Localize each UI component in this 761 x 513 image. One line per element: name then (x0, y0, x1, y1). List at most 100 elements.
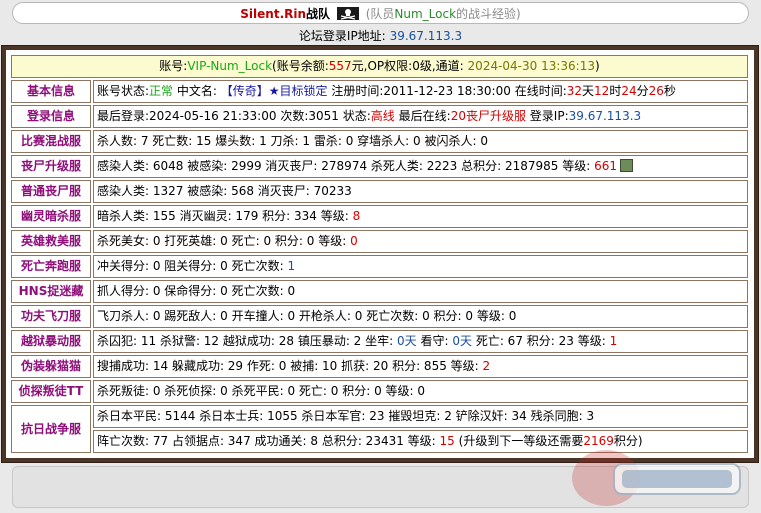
channel-datetime: 2024-04-30 13:36:13 (467, 59, 595, 73)
war-stats-line1: 杀日本平民: 5144 杀日本士兵: 1055 杀日本军官: 23 摧毁坦克: … (93, 405, 748, 428)
stats-frame: 账号:VIP-Num_Lock(账号余额:557元,OP权限:0级,通道: 20… (1, 45, 759, 463)
status-label: 账号状态: (97, 84, 150, 98)
jail-text: 杀囚犯: 11 杀狱警: 12 越狱成功: 28 镇压暴动: 2 坐牢: (97, 334, 394, 348)
forum-login-ip: 论坛登录IP地址: 39.67.113.3 (0, 27, 761, 45)
table-row: 比赛混战服 杀人数: 7 死亡数: 15 爆头数: 1 刀杀: 1 雷杀: 0 … (11, 130, 748, 153)
scout-stats: 杀死叛徒: 0 杀死侦探: 0 杀死平民: 0 死亡: 0 积分: 0 等级: … (93, 380, 748, 403)
state-value: 高线 (370, 109, 395, 123)
hero-text: 杀死美女: 0 打死英雄: 0 死亡: 0 积分: 0 等级: (97, 234, 347, 248)
war-level: 15 (439, 434, 455, 448)
zombie-stats: 感染人类: 1327 被感染: 568 消灭丧尸: 70233 (93, 180, 748, 203)
account-name: VIP-Num_Lock (187, 59, 273, 73)
table-row: 越狱暴动服 杀囚犯: 11 杀狱警: 12 越狱成功: 28 镇压暴动: 2 坐… (11, 330, 748, 353)
account-cell: 账号:VIP-Num_Lock(账号余额:557元,OP权限:0级,通道: 20… (11, 55, 748, 78)
player-info-table: 账号:VIP-Num_Lock(账号余额:557元,OP权限:0级,通道: 20… (9, 53, 750, 455)
online-mins: 24 (621, 84, 637, 98)
run-stats: 冲关得分: 0 阻关得分: 0 死亡次数: 1 (93, 255, 748, 278)
table-row: 侦探叛徒TT 杀死叛徒: 0 杀死侦探: 0 杀死平民: 0 死亡: 0 积分:… (11, 380, 748, 403)
table-row: 抗日战争服 杀日本平民: 5144 杀日本士兵: 1055 杀日本军官: 23 … (11, 405, 748, 453)
pirate-flag-icon (336, 7, 359, 20)
row-label-disguise: 伪装躲猫猫 (11, 355, 91, 378)
member-name[interactable]: Num_Lock (394, 7, 456, 21)
online-time-label: 在线时间: (514, 84, 567, 98)
page-header: Silent.Rin战队 (队员Num_Lock的战斗经验) (12, 2, 749, 24)
zombie-upgrade-level: 661 (594, 159, 618, 173)
table-row: 登录信息 最后登录:2024-05-16 21:33:00 次数:3051 状态… (11, 105, 748, 128)
account-end: ) (595, 59, 600, 73)
war-next-level-label: (升级到下一等级还需要 (458, 434, 584, 448)
row-label-war: 抗日战争服 (11, 405, 91, 453)
reg-time-value: 2011-12-23 18:30:00 (383, 84, 511, 98)
table-row: 基本信息 账号状态:正常 中文名: 【传奇】★目标锁定 注册时间:2011-12… (11, 80, 748, 103)
online-secs: 26 (648, 84, 664, 98)
account-row: 账号:VIP-Num_Lock(账号余额:557元,OP权限:0级,通道: 20… (11, 55, 748, 78)
member-caption: (队员Num_Lock的战斗经验) (366, 7, 521, 21)
op-level: 0级,通道: (412, 59, 464, 73)
online-days: 32 (566, 84, 583, 98)
account-label: 账号: (159, 59, 188, 73)
table-row: 伪装躲猫猫 搜捕成功: 14 躲藏成功: 29 作死: 0 被捕: 10 抓获:… (11, 355, 748, 378)
balance-label: (账号余额: (272, 59, 329, 73)
team-suffix: 战队 (306, 7, 331, 21)
table-row: HNS捉迷藏 抓人得分: 0 保命得分: 0 死亡次数: 0 (11, 280, 748, 303)
kungfu-stats: 飞刀杀人: 0 踢死敌人: 0 开车撞人: 0 开枪杀人: 0 死亡次数: 0 … (93, 305, 748, 328)
table-row: 功夫飞刀服 飞刀杀人: 0 踢死敌人: 0 开车撞人: 0 开枪杀人: 0 死亡… (11, 305, 748, 328)
online-hours: 12 (594, 84, 610, 98)
login-count: 3051 (308, 109, 339, 123)
site-watermark-logo (572, 450, 741, 506)
site-name[interactable]: Silent.Rin (240, 7, 306, 21)
table-row: 英雄救美服 杀死美女: 0 打死英雄: 0 死亡: 0 积分: 0 等级: 0 (11, 230, 748, 253)
table-row: 普通丧尸服 感染人类: 1327 被感染: 568 消灭丧尸: 70233 (11, 180, 748, 203)
row-label-zombie-upgrade: 丧尸升级服 (11, 155, 91, 178)
disguise-level: 2 (482, 359, 491, 373)
zombie-upgrade-text: 感染人类: 6048 被感染: 2999 消灭丧尸: 278974 杀死人类: … (97, 159, 591, 173)
row-label-basic: 基本信息 (11, 80, 91, 103)
jail-days: 0天 (397, 334, 417, 348)
login-count-label: 次数: (280, 109, 309, 123)
row-label-hns: HNS捉迷藏 (11, 280, 91, 303)
row-label-jail: 越狱暴动服 (11, 330, 91, 353)
state-label: 状态: (342, 109, 371, 123)
jail-text-post: 死亡: 67 积分: 23 等级: (475, 334, 606, 348)
balance-value: 557 (328, 59, 352, 73)
cn-name-value: 【传奇】★目标锁定 (220, 84, 328, 98)
ghost-text: 暗杀人类: 155 消灭幽灵: 179 积分: 334 等级: (97, 209, 349, 223)
disguise-stats: 搜捕成功: 14 躲藏成功: 29 作死: 0 被捕: 10 抓获: 20 积分… (93, 355, 748, 378)
cn-name-label: 中文名: (176, 84, 217, 98)
row-label-run: 死亡奔跑服 (11, 255, 91, 278)
basic-info-values: 账号状态:正常 中文名: 【传奇】★目标锁定 注册时间:2011-12-23 1… (93, 80, 748, 103)
zombie-upgrade-stats: 感染人类: 6048 被感染: 2999 消灭丧尸: 278974 杀死人类: … (93, 155, 748, 178)
hero-stats: 杀死美女: 0 打死英雄: 0 死亡: 0 积分: 0 等级: 0 (93, 230, 748, 253)
ip-value: 39.67.113.3 (389, 29, 463, 43)
hero-level: 0 (350, 234, 358, 248)
run-text: 冲关得分: 0 阻关得分: 0 死亡次数: (97, 259, 284, 273)
hns-stats: 抓人得分: 0 保命得分: 0 死亡次数: 0 (93, 280, 748, 303)
row-label-hero: 英雄救美服 (11, 230, 91, 253)
row-label-login: 登录信息 (11, 105, 91, 128)
row-label-scout: 侦探叛徒TT (11, 380, 91, 403)
status-value: 正常 (149, 84, 174, 98)
online-hours-unit: 时 (609, 84, 622, 98)
ghost-stats: 暗杀人类: 155 消灭幽灵: 179 积分: 334 等级: 8 (93, 205, 748, 228)
member-suffix: 的战斗经验) (456, 7, 521, 21)
online-secs-unit: 秒 (663, 84, 676, 98)
member-prefix: (队员 (365, 7, 395, 21)
guard-label: 看守: (420, 334, 449, 348)
guard-days: 0天 (452, 334, 472, 348)
login-ip-value: 39.67.113.3 (568, 109, 642, 123)
run-deaths: 1 (287, 259, 296, 273)
login-info-values: 最后登录:2024-05-16 21:33:00 次数:3051 状态:高线 最… (93, 105, 748, 128)
last-login-time: 2024-05-16 21:33:00 (149, 109, 277, 123)
row-label-kungfu: 功夫飞刀服 (11, 305, 91, 328)
stats-panel: 账号:VIP-Num_Lock(账号余额:557元,OP权限:0级,通道: 20… (6, 50, 754, 458)
jail-stats: 杀囚犯: 11 杀狱警: 12 越狱成功: 28 镇压暴动: 2 坐牢: 0天 … (93, 330, 748, 353)
ip-label: 论坛登录IP地址: (298, 29, 386, 43)
row-label-ghost: 幽灵暗杀服 (11, 205, 91, 228)
table-row: 死亡奔跑服 冲关得分: 0 阻关得分: 0 死亡次数: 1 (11, 255, 748, 278)
last-online-server: 20丧尸升级服 (450, 109, 526, 123)
disguise-text: 搜捕成功: 14 躲藏成功: 29 作死: 0 被捕: 10 抓获: 20 积分… (97, 359, 479, 373)
ghost-level: 8 (352, 209, 361, 223)
online-days-unit: 天 (582, 84, 595, 98)
online-mins-unit: 分 (636, 84, 649, 98)
reg-time-label: 注册时间: (331, 84, 384, 98)
